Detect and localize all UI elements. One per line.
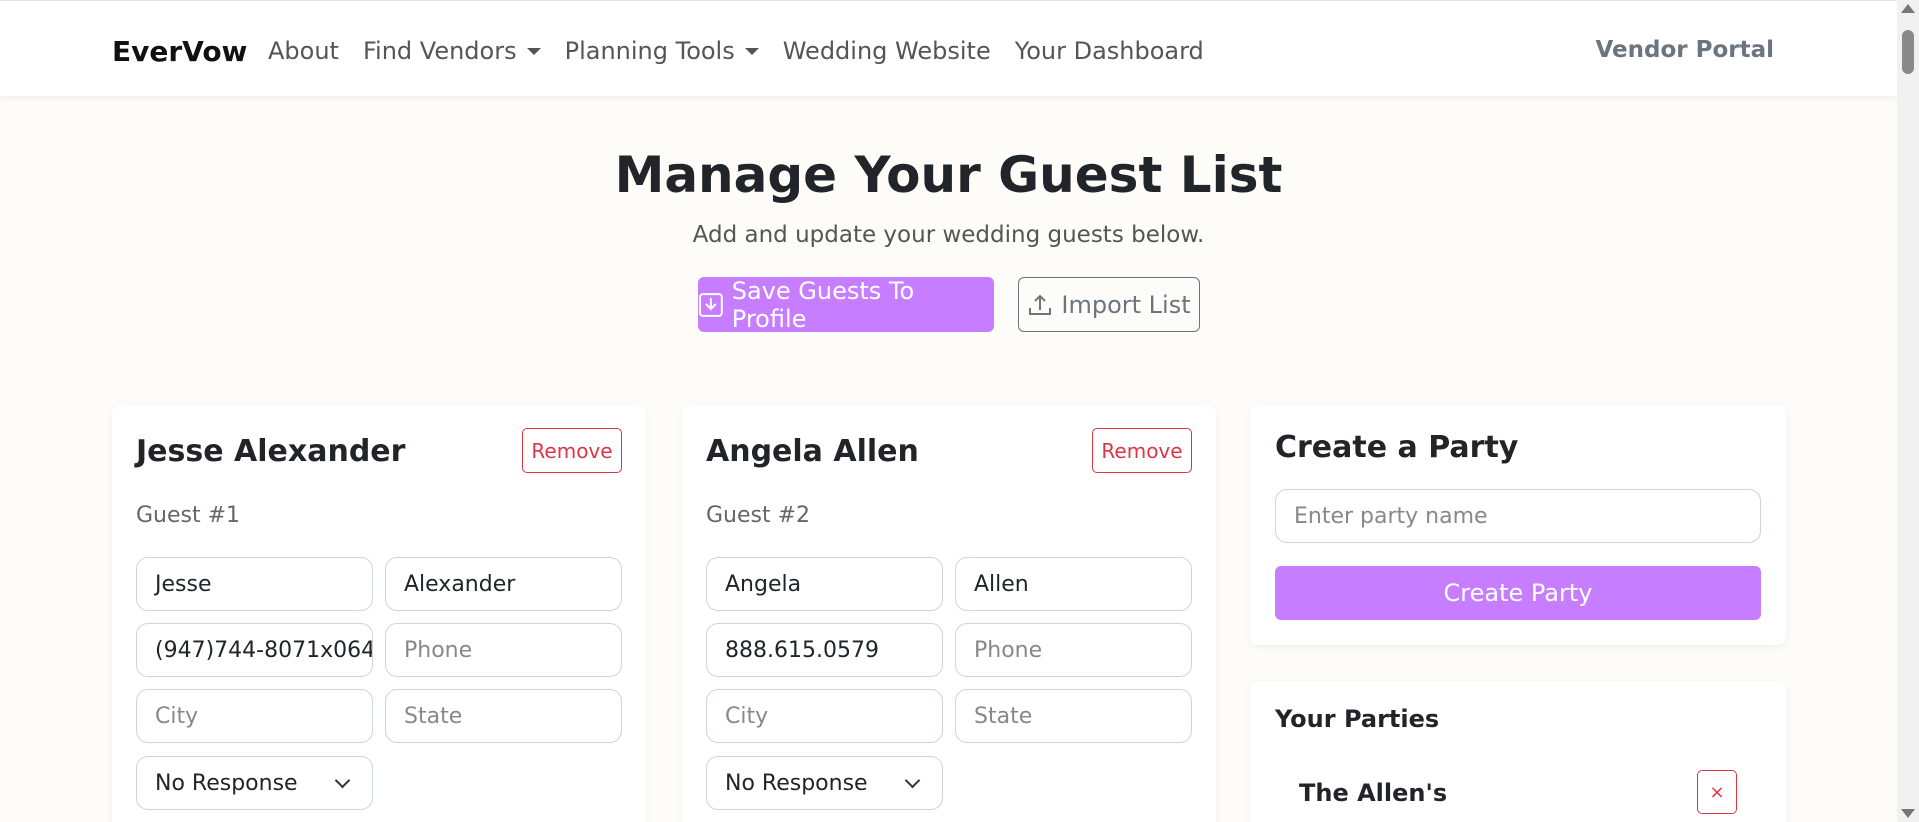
city-field[interactable]: City	[706, 689, 943, 743]
guest-card: Jesse Alexander Remove Guest #1 Jesse Al…	[112, 405, 646, 822]
phone-field[interactable]: Phone	[385, 623, 622, 677]
your-parties-title: Your Parties	[1275, 705, 1440, 733]
rsvp-select-value: No Response	[155, 770, 298, 796]
nav-about[interactable]: About	[268, 37, 339, 65]
caret-down-icon	[744, 47, 759, 55]
top-navbar: EverVow About Find Vendors Planning Tool…	[0, 0, 1897, 96]
phone-field[interactable]: Phone	[955, 623, 1192, 677]
city-field[interactable]: City	[136, 689, 373, 743]
upload-icon	[1029, 294, 1052, 315]
remove-guest-button[interactable]: Remove	[1092, 428, 1192, 473]
save-guests-button[interactable]: Save Guests To Profile	[698, 276, 994, 333]
nav-find-vendors[interactable]: Find Vendors	[363, 37, 541, 65]
first-name-field[interactable]: Angela	[706, 557, 943, 611]
last-name-field[interactable]: Allen	[955, 557, 1192, 611]
guest-name: Jesse Alexander	[136, 434, 406, 469]
guest-number: Guest #1	[136, 503, 241, 528]
page-scrollbar[interactable]	[1897, 0, 1919, 822]
your-parties-card: Your Parties The Allen's ×	[1250, 681, 1786, 822]
scroll-down-arrow-icon[interactable]	[1901, 809, 1915, 818]
import-list-label: Import List	[1061, 290, 1191, 319]
rsvp-select-value: No Response	[725, 770, 868, 796]
nav-links: About Find Vendors Planning Tools Weddin…	[268, 37, 1228, 65]
rsvp-select[interactable]: No Response	[706, 756, 943, 810]
chevron-down-icon	[904, 772, 921, 788]
state-field[interactable]: State	[955, 689, 1192, 743]
page-title: Manage Your Guest List	[614, 146, 1283, 204]
caret-down-icon	[526, 47, 541, 55]
create-party-card: Create a Party Enter party name Create P…	[1250, 405, 1786, 645]
guest-name: Angela Allen	[706, 434, 919, 469]
rsvp-select[interactable]: No Response	[136, 756, 373, 810]
save-guests-label: Save Guests To Profile	[731, 276, 915, 333]
create-party-button[interactable]: Create Party	[1275, 566, 1761, 620]
party-item-name: The Allen's	[1299, 779, 1448, 807]
nav-wedding-website[interactable]: Wedding Website	[783, 37, 991, 65]
chevron-down-icon	[334, 772, 351, 788]
create-party-title: Create a Party	[1275, 430, 1519, 465]
nav-about-label: About	[268, 37, 339, 65]
nav-find-vendors-label: Find Vendors	[362, 37, 517, 65]
guest-number: Guest #2	[706, 503, 811, 528]
nav-wedding-website-label: Wedding Website	[782, 37, 991, 65]
phone-value-field[interactable]: 888.615.0579	[706, 623, 943, 677]
nav-planning-tools[interactable]: Planning Tools	[565, 37, 759, 65]
scroll-thumb[interactable]	[1902, 30, 1914, 74]
party-name-input[interactable]: Enter party name	[1275, 489, 1761, 543]
page-subtitle: Add and update your wedding guests below…	[692, 222, 1205, 248]
last-name-field[interactable]: Alexander	[385, 557, 622, 611]
nav-your-dashboard-label: Your Dashboard	[1014, 37, 1204, 65]
guest-card: Angela Allen Remove Guest #2 Angela Alle…	[682, 405, 1216, 822]
remove-guest-button[interactable]: Remove	[522, 428, 622, 473]
state-field[interactable]: State	[385, 689, 622, 743]
download-icon	[698, 292, 723, 317]
vendor-portal-link[interactable]: Vendor Portal	[1595, 37, 1774, 63]
nav-planning-tools-label: Planning Tools	[564, 37, 735, 65]
scroll-up-arrow-icon[interactable]	[1901, 4, 1915, 13]
nav-your-dashboard[interactable]: Your Dashboard	[1015, 37, 1204, 65]
brand-logo[interactable]: EverVow	[112, 35, 247, 68]
import-list-button[interactable]: Import List	[1018, 277, 1200, 332]
phone-value-field[interactable]: (947)744-8071x0641	[136, 623, 373, 677]
remove-party-button[interactable]: ×	[1697, 770, 1737, 814]
first-name-field[interactable]: Jesse	[136, 557, 373, 611]
